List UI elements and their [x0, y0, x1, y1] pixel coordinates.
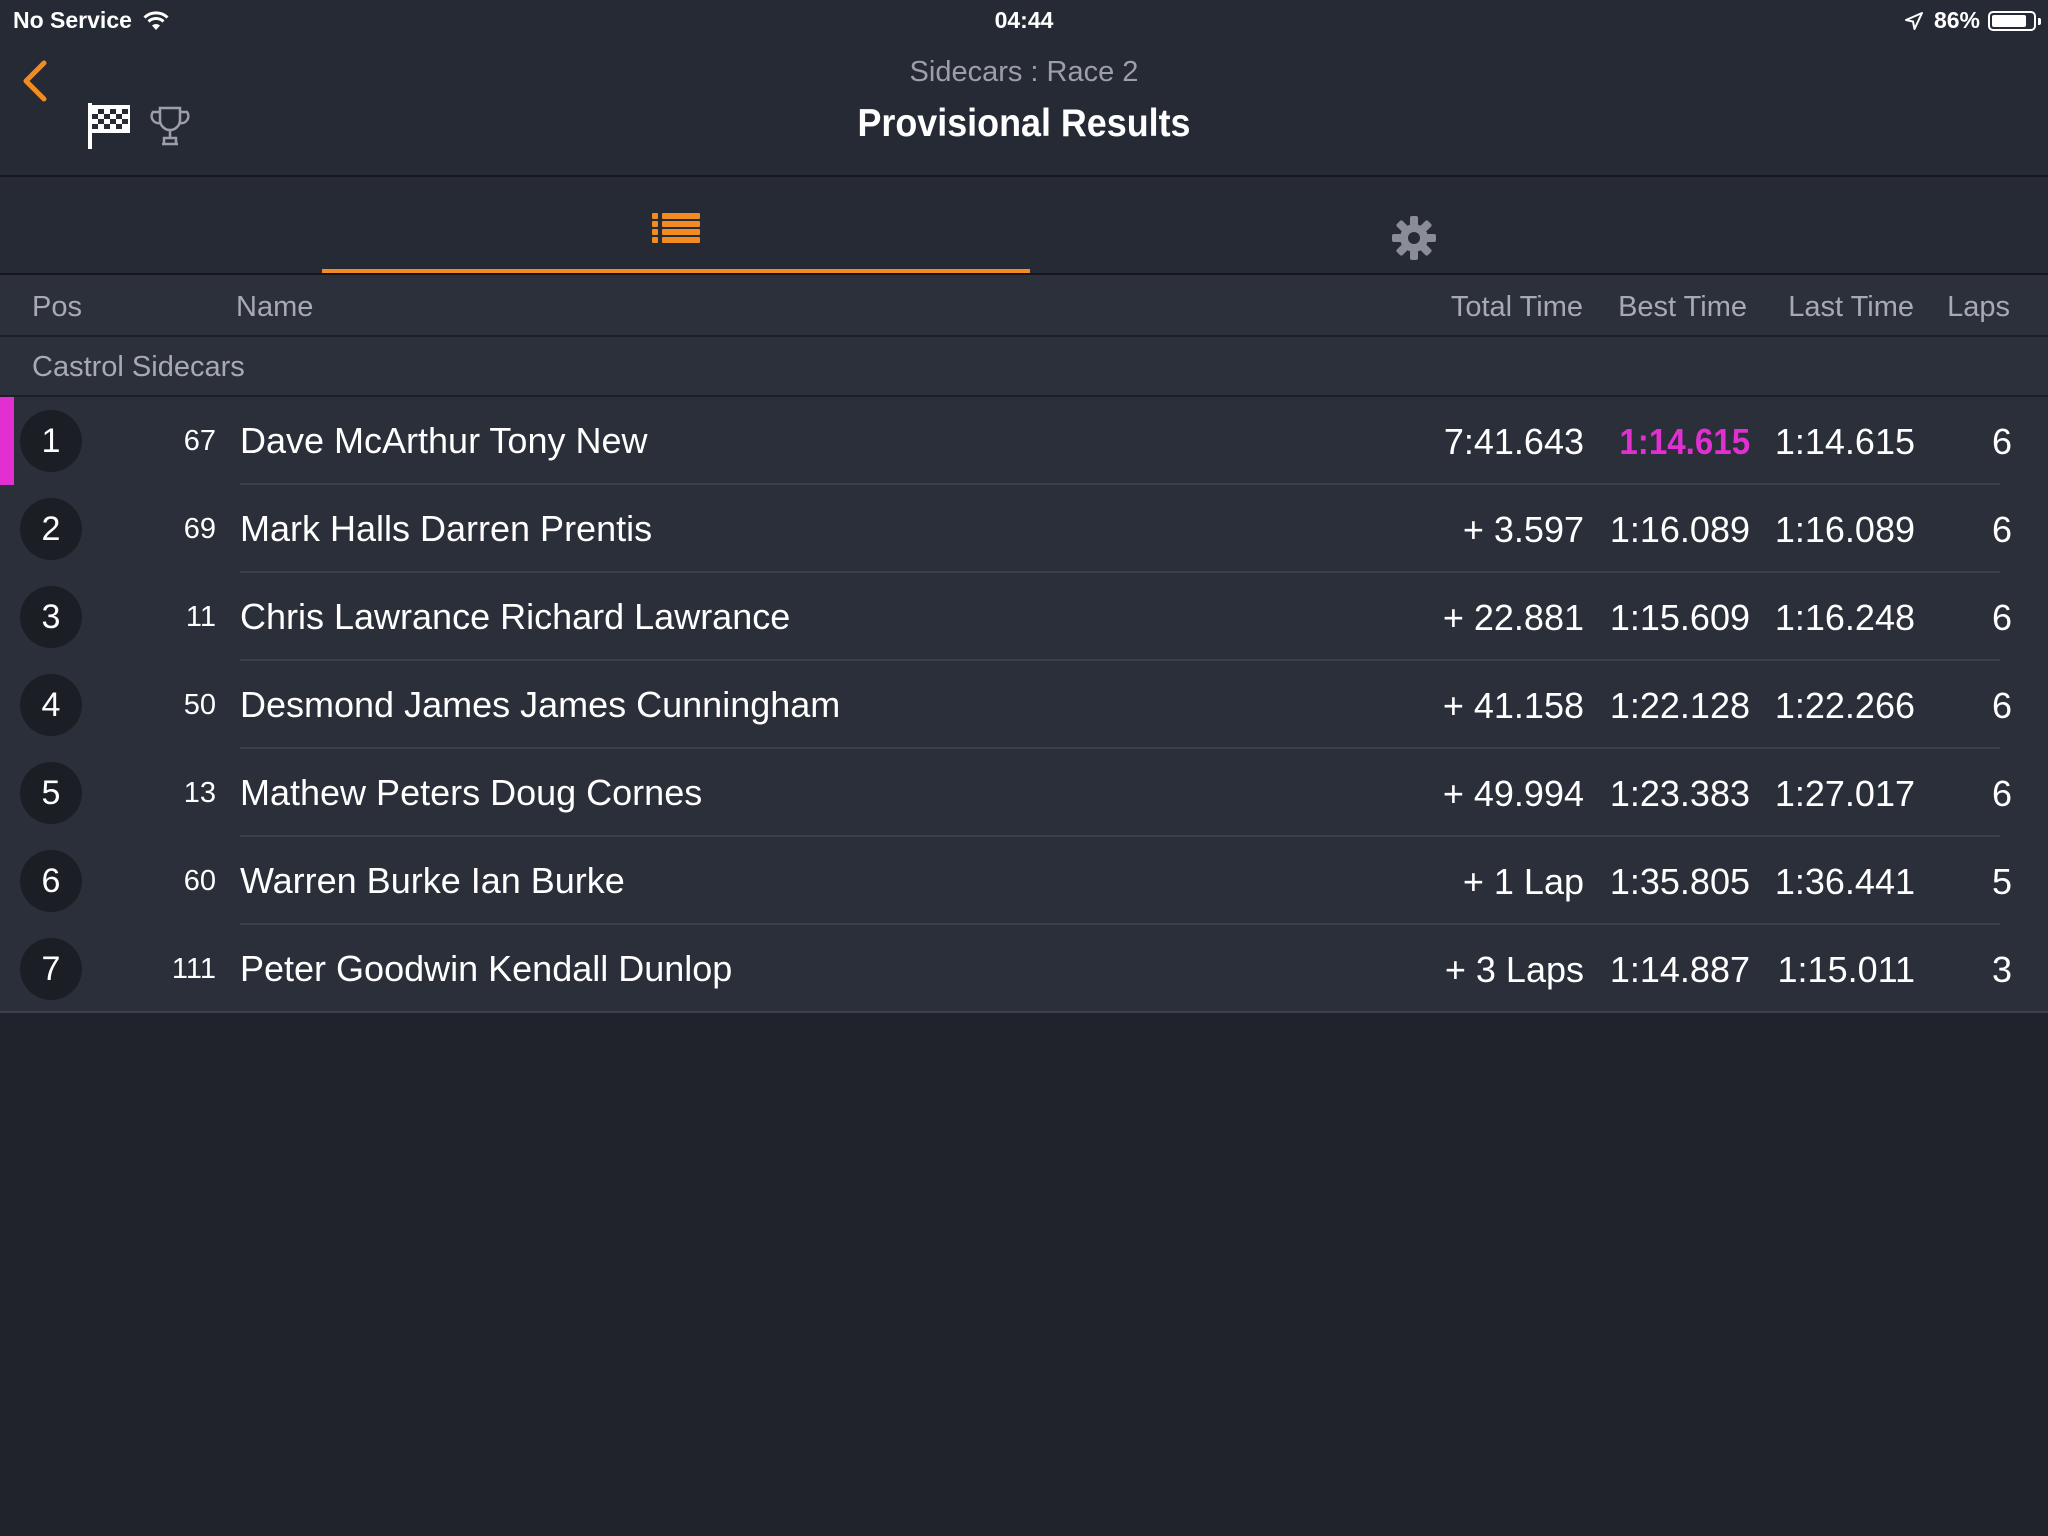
result-row[interactable]: 7 111 Peter Goodwin Kendall Dunlop + 3 Laps…	[0, 925, 2048, 1013]
competitor-number: 50	[183, 689, 216, 721]
position-badge: 3	[20, 586, 82, 648]
competitor-number: 60	[183, 865, 216, 897]
competitor-name: Desmond James James Cunningham	[240, 684, 841, 725]
last-time: 1:14.615	[1774, 421, 1915, 462]
gear-icon	[1392, 216, 1436, 260]
total-time: + 49.994	[1442, 773, 1584, 814]
status-bar: No Service 04:44 86%	[0, 0, 2048, 40]
row-divider	[0, 1011, 2048, 1013]
best-time: 1:23.383	[1609, 773, 1750, 814]
location-arrow-icon	[1904, 11, 1923, 30]
laps-count: 3	[1991, 949, 2012, 990]
last-time: 1:36.441	[1774, 861, 1915, 902]
best-time: 1:35.805	[1609, 861, 1750, 902]
clock: 04:44	[994, 7, 1054, 33]
result-row[interactable]: 4 50 Desmond James James Cunningham + 41.15…	[0, 661, 2048, 749]
laps-count: 6	[1991, 773, 2012, 814]
battery-icon	[1988, 10, 2041, 31]
position-badge: 1	[20, 410, 82, 472]
competitor-number: 111	[171, 953, 216, 985]
results-list: 1 67 Dave McArthur Tony New 7:41.643 1:14.61…	[0, 397, 2048, 1013]
total-time: + 22.881	[1442, 597, 1584, 638]
competitor-name: Warren Burke Ian Burke	[240, 860, 625, 901]
last-time: 1:16.089	[1774, 509, 1915, 550]
total-time: + 3.597	[1462, 509, 1584, 550]
position-badge: 7	[20, 938, 82, 1000]
result-row[interactable]: 5 13 Mathew Peters Doug Cornes + 49.994 1:23…	[0, 749, 2048, 837]
last-time: 1:16.248	[1774, 597, 1915, 638]
laps-count: 6	[1991, 421, 2012, 462]
competitor-name: Dave McArthur Tony New	[240, 420, 648, 461]
competitor-name: Mathew Peters Doug Cornes	[240, 772, 703, 813]
column-headers: Pos Name Total Time Best Time Last Time …	[0, 275, 2048, 337]
total-time: + 1 Lap	[1462, 861, 1584, 902]
competitor-name: Mark Halls Darren Prentis	[240, 508, 653, 549]
last-time: 1:27.017	[1774, 773, 1915, 814]
column-header-last-time[interactable]: Last Time	[1788, 291, 1914, 324]
best-time: 1:16.089	[1609, 509, 1750, 550]
column-header-laps[interactable]: Laps	[1947, 291, 2010, 324]
navigation-header: No Service 04:44 86% Sidecars: Race 2 P…	[0, 0, 2048, 177]
result-row[interactable]: 2 69 Mark Halls Darren Prentis + 3.597 1:16.…	[0, 485, 2048, 573]
race-subtitle: Sidecars : Race 2	[909, 56, 1139, 88]
competitor-name: Chris Lawrance Richard Lawrance	[240, 596, 791, 637]
total-time: + 41.158	[1442, 685, 1584, 726]
best-time: 1:14.887	[1609, 949, 1750, 990]
best-time: 1:15.609	[1609, 597, 1750, 638]
last-time: 1:15.011	[1777, 949, 1915, 990]
result-row[interactable]: 6 60 Warren Burke Ian Burke + 1 Lap 1:35.805…	[0, 837, 2048, 925]
total-time: + 3 Laps	[1444, 949, 1584, 990]
competitor-number: 67	[183, 425, 216, 457]
competitor-name: Peter Goodwin Kendall Dunlop	[240, 948, 733, 989]
last-time: 1:22.266	[1774, 685, 1915, 726]
best-time: 1:14.615	[1619, 421, 1750, 462]
position-badge: 6	[20, 850, 82, 912]
laps-count: 6	[1991, 685, 2012, 726]
page-title: Provisional Results	[857, 102, 1191, 145]
column-header-best-time[interactable]: Best Time	[1618, 291, 1747, 324]
column-header-name[interactable]: Name	[236, 291, 313, 324]
list-icon	[652, 213, 700, 243]
class-group-header: Castrol Sidecars	[0, 337, 2048, 397]
tab-settings[interactable]	[1060, 177, 1768, 273]
fastest-lap-marker	[0, 397, 14, 485]
selected-tab-indicator	[322, 269, 1030, 273]
class-group-label: Castrol Sidecars	[32, 351, 245, 383]
competitor-number: 11	[185, 601, 216, 633]
tab-bar	[0, 177, 2048, 275]
position-badge: 5	[20, 762, 82, 824]
column-header-pos[interactable]: Pos	[32, 291, 82, 324]
position-badge: 4	[20, 674, 82, 736]
laps-count: 6	[1991, 597, 2012, 638]
laps-count: 5	[1991, 861, 2012, 902]
competitor-number: 69	[183, 513, 216, 545]
laps-count: 6	[1991, 509, 2012, 550]
best-time: 1:22.128	[1609, 685, 1750, 726]
total-time: 7:41.643	[1443, 421, 1584, 462]
position-badge: 2	[20, 498, 82, 560]
competitor-number: 13	[183, 777, 216, 809]
column-header-total-time[interactable]: Total Time	[1451, 291, 1583, 324]
result-row[interactable]: 1 67 Dave McArthur Tony New 7:41.643 1:14.61…	[0, 397, 2048, 485]
tab-results-list[interactable]	[322, 177, 1030, 273]
result-row[interactable]: 3 11 Chris Lawrance Richard Lawrance + 22.8…	[0, 573, 2048, 661]
battery-level	[1992, 14, 2027, 27]
battery-percentage: 86%	[1933, 7, 1980, 33]
